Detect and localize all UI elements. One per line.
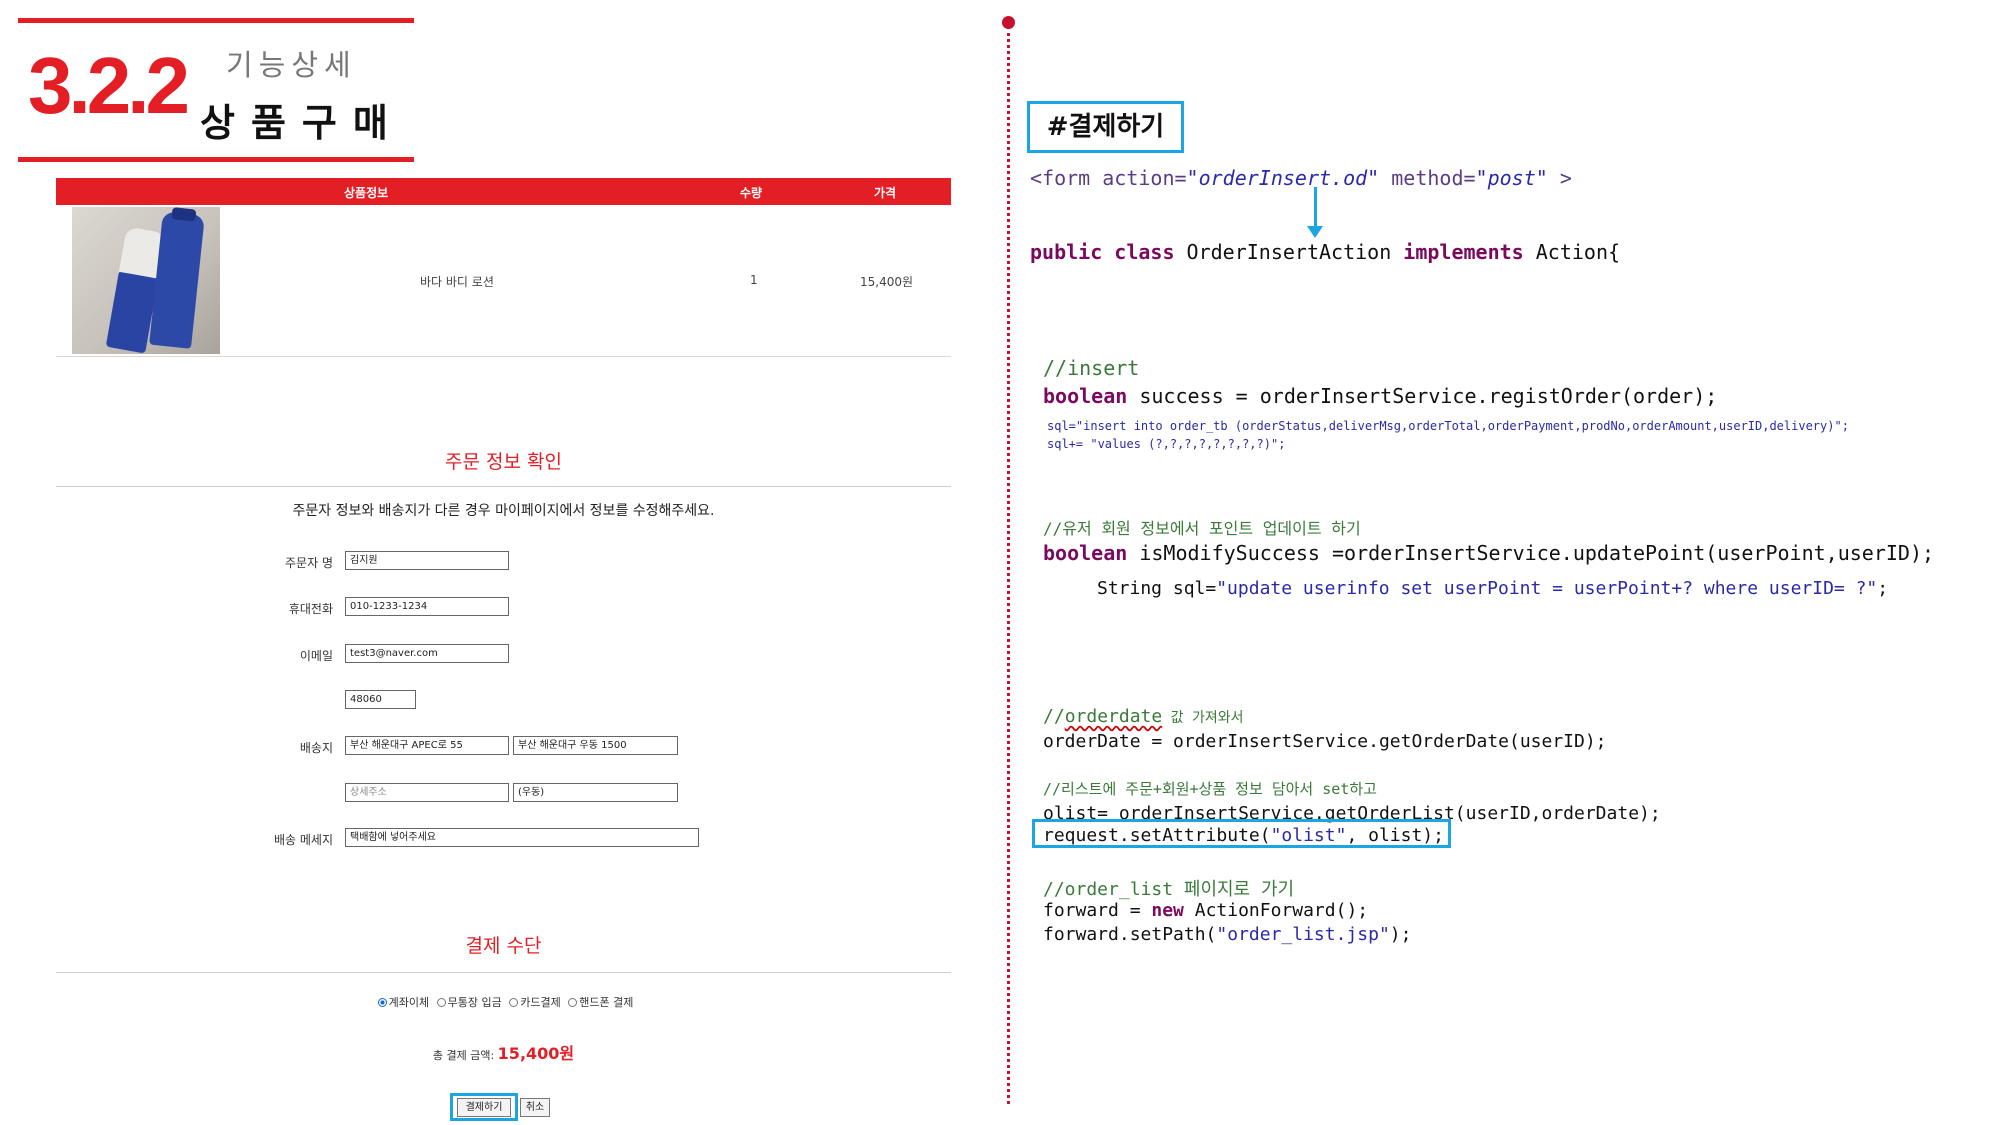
payment-option-transfer[interactable]: 계좌이체 [374,996,429,1009]
header-bottom-rule [18,157,414,162]
total-amount-line: 총 결제 금액: 15,400원 [56,1040,951,1064]
section-title: 상품구매 [200,101,404,145]
section-subtitle: 기능상세 [226,48,357,82]
label-phone: 휴대전화 [288,602,333,616]
label-delivery-message: 배송 메세지 [273,833,333,847]
header-top-rule [18,18,414,23]
zipcode-field[interactable]: 48060 [345,690,416,709]
code-sql-line-1: sql="insert into order_tb (orderStatus,d… [1047,419,1849,433]
code-form-line: <form action="orderInsert.od" method="po… [1030,166,1572,190]
label-orderer-name: 주문자 명 [285,556,333,570]
column-product-info: 상품정보 [344,186,389,200]
address-jibun-field[interactable]: 부산 해운대구 우동 1500 [513,736,678,755]
vertical-divider [1007,26,1010,1104]
code-section-title: #결제하기 [1027,101,1184,153]
code-sql-line-2: sql+= "values (?,?,?,?,?,?,?,?)"; [1047,437,1286,451]
payment-option-card[interactable]: 카드결제 [505,996,561,1009]
radio-icon[interactable] [436,998,446,1007]
section-number: 3.2.2 [28,41,190,130]
payment-heading: 결제 수단 [465,935,542,957]
order-info-heading: 주문 정보 확인 [445,451,562,473]
column-quantity: 수량 [740,186,763,200]
code-point-line: boolean isModifySuccess =orderInsertServ… [1043,541,1935,565]
product-price: 15,400원 [860,275,914,289]
pay-button[interactable]: 결제하기 [457,1098,511,1117]
payment-option-phone[interactable]: 핸드폰 결제 [564,996,633,1009]
address-detail-field[interactable]: 상세주소 [345,783,509,802]
radio-selected-icon[interactable] [377,998,387,1007]
code-forward-line-2: forward.setPath("order_list.jsp"); [1043,924,1412,945]
arrow-head-icon [1307,226,1323,238]
cart-item-row: 바다 바디 로션 1 15,400원 [56,205,951,357]
delivery-message-field[interactable]: 택배함에 넣어주세요 [345,828,699,847]
code-forward-line-1: forward = new ActionForward(); [1043,900,1369,921]
total-label: 총 결제 금액: [432,1049,495,1062]
column-price: 가격 [874,186,897,200]
address-dong-field[interactable]: (우동) [513,783,678,802]
payment-options: 계좌이체 무통장 입금 카드결제 핸드폰 결제 [56,994,951,1010]
code-attr-line: request.setAttribute("olist", olist); [1043,825,1444,846]
cart-table-header: 상품정보 수량 가격 [56,178,951,205]
payment-option-deposit[interactable]: 무통장 입금 [433,996,502,1009]
code-date-comment: //orderdate 값 가져와서 [1043,706,1244,727]
code-date-line: orderDate = orderInsertService.getOrderD… [1043,731,1607,752]
code-insert-comment: //insert [1043,356,1140,380]
code-list-comment: //리스트에 주문+회원+상품 정보 담아서 set하고 [1043,780,1377,798]
cancel-button[interactable]: 취소 [520,1098,550,1117]
code-insert-line: boolean success = orderInsertService.reg… [1043,384,1718,408]
radio-icon[interactable] [568,998,578,1007]
address-road-field[interactable]: 부산 해운대구 APEC로 55 [345,736,509,755]
order-info-notice: 주문자 정보와 배송지가 다른 경우 마이페이지에서 정보를 수정해주세요. [292,503,715,519]
label-email: 이메일 [299,649,333,663]
divider-line [56,972,951,973]
radio-icon[interactable] [509,998,519,1007]
divider-line [56,486,951,487]
product-name[interactable]: 바다 바디 로션 [420,273,494,290]
arrow-down-icon [1314,187,1317,229]
code-forward-comment: //order_list 페이지로 가기 [1043,879,1295,900]
code-class-line: public class OrderInsertAction implement… [1030,240,1621,264]
label-address: 배송지 [299,741,333,755]
product-image[interactable] [72,207,220,354]
code-point-comment: //유저 회원 정보에서 포인트 업데이트 하기 [1043,519,1361,538]
orderer-name-field[interactable]: 김지원 [345,551,509,570]
product-quantity: 1 [750,273,758,287]
code-point-sql: String sql="update userinfo set userPoin… [1097,578,1889,599]
phone-field[interactable]: 010-1233-1234 [345,597,509,616]
email-field[interactable]: test3@naver.com [345,644,509,663]
total-amount: 15,400원 [497,1044,575,1063]
